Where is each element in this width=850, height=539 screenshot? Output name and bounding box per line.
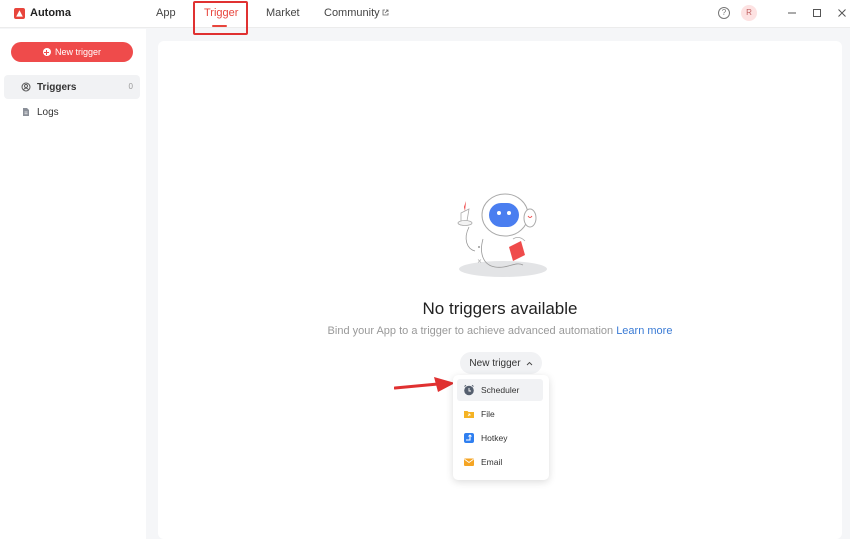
tab-app[interactable]: App (156, 7, 176, 19)
empty-state-description: Bind your App to a trigger to achieve ad… (158, 325, 842, 337)
external-link-icon (382, 9, 389, 16)
close-icon[interactable] (835, 6, 849, 20)
tab-community[interactable]: Community (324, 7, 389, 19)
minimize-icon[interactable] (785, 6, 799, 20)
new-trigger-dropdown-label: New trigger (469, 357, 521, 369)
sidebar-item-label: Logs (37, 106, 59, 118)
sidebar: New trigger Triggers 0 Logs (0, 29, 146, 539)
triggers-icon (21, 82, 31, 92)
sidebar-item-logs[interactable]: Logs (4, 100, 140, 124)
triggers-count: 0 (128, 82, 133, 91)
help-icon[interactable]: ? (718, 7, 730, 19)
menu-item-email[interactable]: Email (457, 451, 543, 473)
sidebar-item-label: Triggers (37, 81, 77, 93)
learn-more-link[interactable]: Learn more (616, 325, 672, 337)
plus-icon (42, 48, 51, 56)
mail-icon (464, 458, 474, 466)
document-icon (23, 108, 29, 116)
annotation-arrow (394, 377, 455, 392)
menu-item-scheduler[interactable]: Scheduler (457, 379, 543, 401)
menu-item-label: Email (481, 457, 503, 467)
menu-item-label: Scheduler (481, 385, 520, 395)
app-name: Automa (30, 7, 71, 19)
chevron-up-icon (526, 361, 532, 365)
avatar[interactable]: R (741, 5, 757, 21)
empty-state-text: Bind your App to a trigger to achieve ad… (327, 325, 614, 337)
tab-market[interactable]: Market (266, 7, 300, 19)
new-trigger-label: New trigger (54, 47, 101, 57)
new-trigger-dropdown-button[interactable]: New trigger (460, 352, 542, 374)
sidebar-item-triggers[interactable]: Triggers 0 (4, 75, 140, 99)
trigger-type-menu: Scheduler File Hotkey Email (453, 375, 549, 480)
menu-item-hotkey[interactable]: Hotkey (457, 427, 543, 449)
title-bar: Automa App Trigger Market Community ? R (0, 0, 850, 35)
automa-logo-icon (14, 7, 25, 19)
folder-icon (464, 411, 474, 418)
clock-icon (464, 384, 474, 396)
menu-item-file[interactable]: File (457, 403, 543, 425)
trigger-tab-highlight (193, 1, 248, 35)
menu-item-label: File (481, 409, 495, 419)
robot-illustration: × (457, 193, 547, 277)
new-trigger-button[interactable]: New trigger (11, 42, 133, 62)
svg-text:×: × (477, 258, 482, 265)
tab-community-label: Community (324, 7, 380, 19)
hotkey-icon (464, 433, 474, 443)
maximize-icon[interactable] (810, 6, 824, 20)
menu-item-label: Hotkey (481, 433, 508, 443)
empty-state-title: No triggers available (422, 299, 578, 318)
brand: Automa (14, 7, 71, 19)
